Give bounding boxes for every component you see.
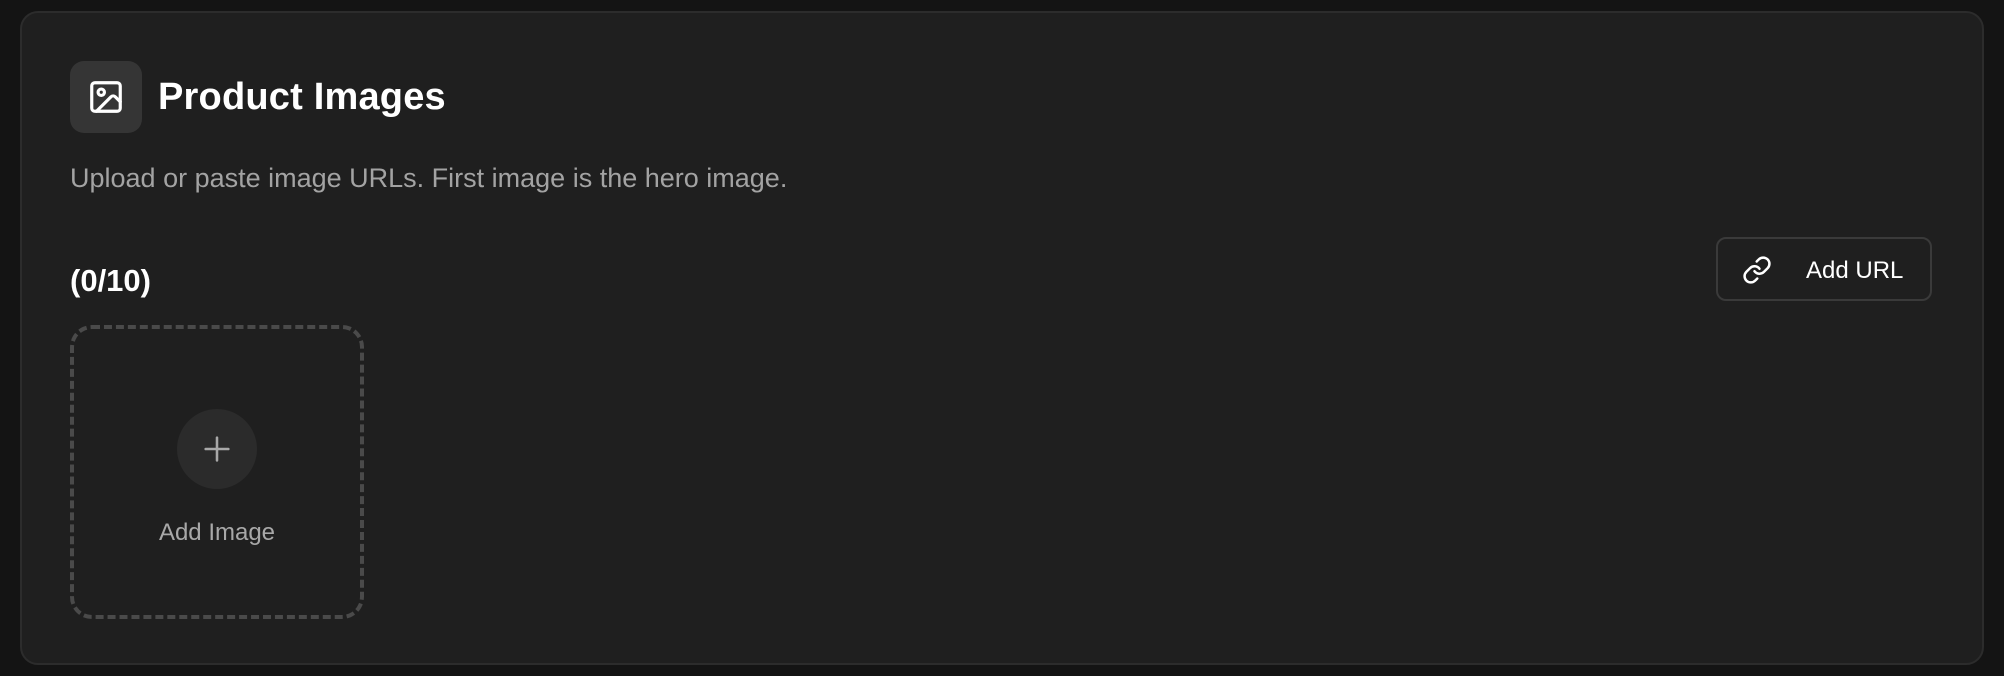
add-image-dropzone[interactable]: Add Image	[70, 325, 364, 619]
section-header: Product Images	[70, 61, 446, 133]
image-icon	[70, 61, 142, 133]
plus-icon	[177, 409, 257, 489]
section-subtitle: Upload or paste image URLs. First image …	[70, 163, 788, 193]
product-images-card: Product Images Upload or paste image URL…	[20, 11, 1984, 665]
add-image-label: Add Image	[158, 519, 276, 546]
section-title: Product Images	[158, 75, 446, 118]
link-icon	[1742, 255, 1772, 285]
add-url-button[interactable]: Add URL	[1716, 237, 1932, 301]
add-url-label: Add URL	[1806, 257, 1904, 284]
image-count: (0/10)	[70, 263, 151, 298]
